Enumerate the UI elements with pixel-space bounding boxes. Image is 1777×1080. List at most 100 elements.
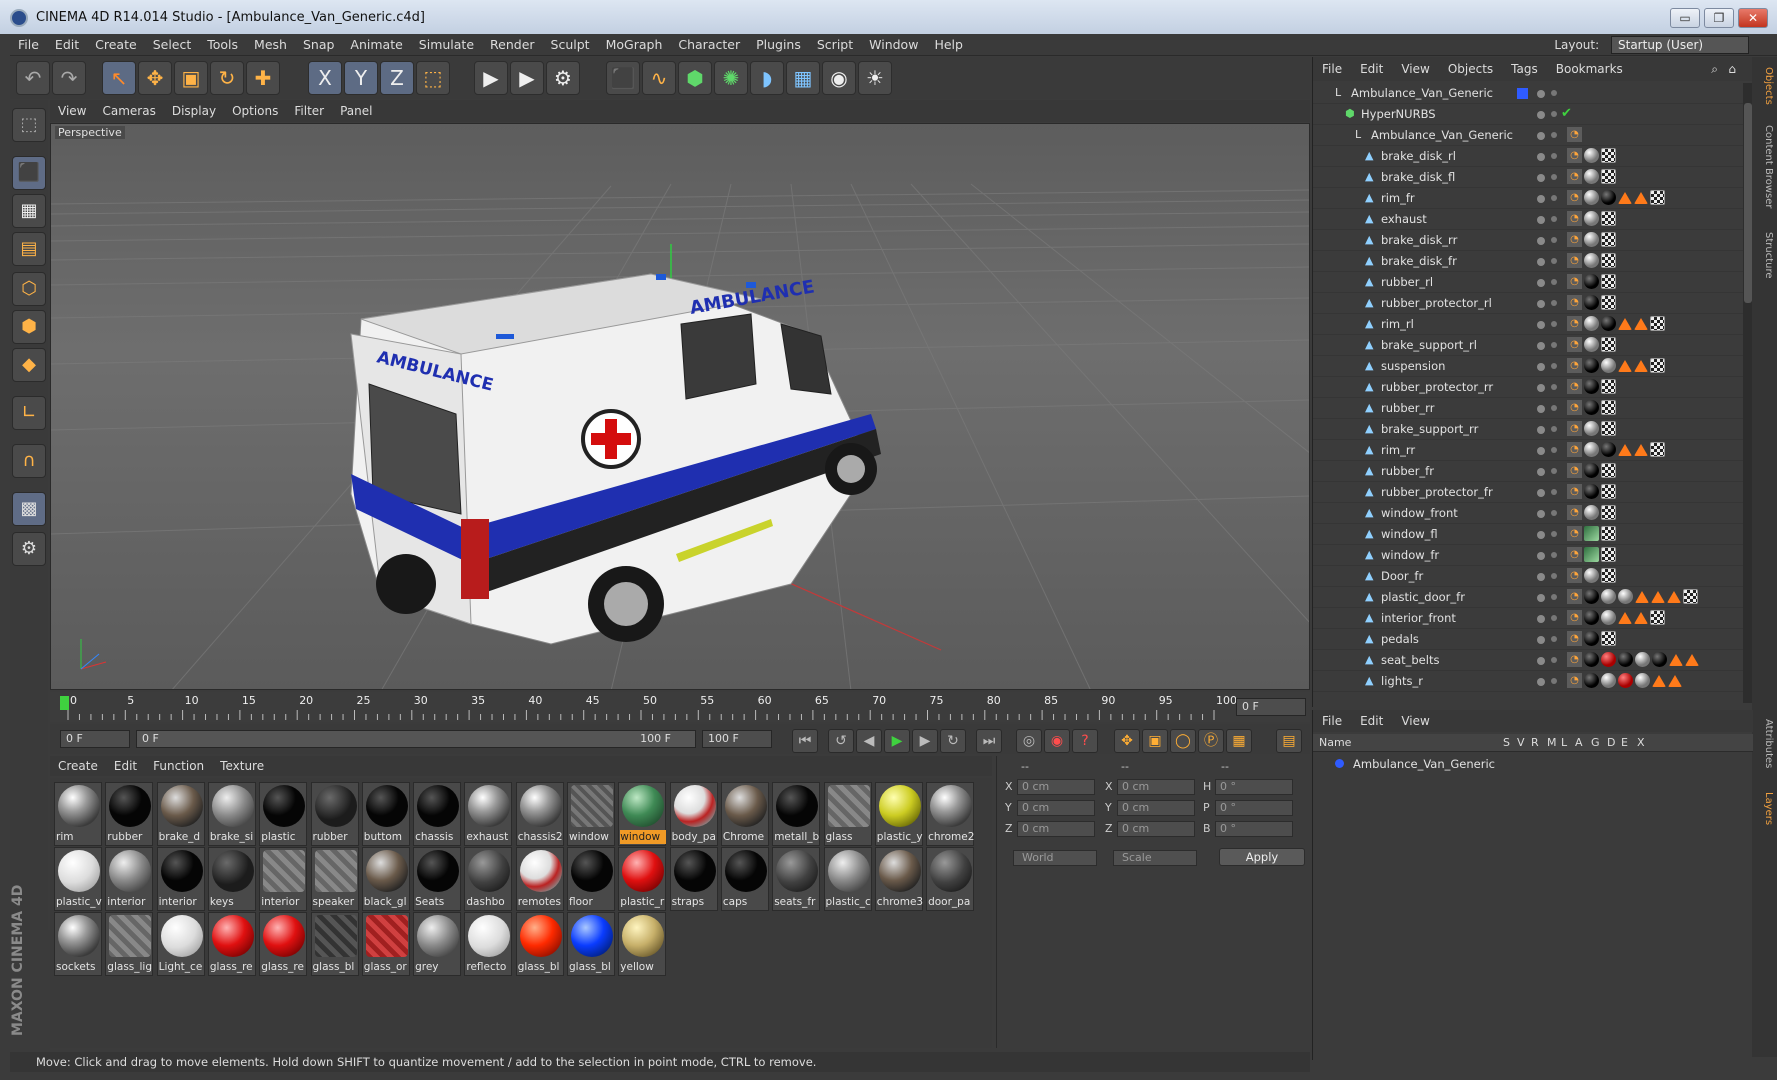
tab-attributes[interactable]: Attributes (1754, 709, 1774, 779)
object-row[interactable]: L Ambulance_Van_Generic ◔ (1313, 125, 1743, 146)
lock-workplane-icon[interactable]: ⚙ (12, 532, 46, 566)
render-visibility-dot[interactable] (1551, 447, 1557, 453)
uvw-tag-icon[interactable] (1601, 337, 1616, 352)
timeline-ruler[interactable]: 0 5 10 15 20 25 30 35 40 45 50 55 60 65 70 75 80 85 90 95 10… (50, 692, 1310, 722)
key-scale-button[interactable]: ▣ (1142, 729, 1168, 753)
material-swatch[interactable]: chrome2 (926, 782, 975, 846)
uvw-tag-icon[interactable] (1601, 631, 1616, 646)
object-row[interactable]: ▲ suspension ◔ (1313, 356, 1743, 377)
phong-tag-icon[interactable]: ◔ (1567, 148, 1582, 163)
phong-tag-icon[interactable]: ◔ (1567, 526, 1582, 541)
object-row[interactable]: ▲ interior_front ◔ (1313, 608, 1743, 629)
menu-file[interactable]: File (10, 34, 47, 56)
uvw-tag-icon[interactable] (1601, 295, 1616, 310)
om-menu-edit[interactable]: Edit (1351, 57, 1392, 81)
object-row[interactable]: ▲ window_front ◔ (1313, 503, 1743, 524)
go-to-start-button[interactable]: ⏮ (792, 729, 818, 753)
material-swatch[interactable]: reflecto (464, 912, 513, 976)
coord-value-field[interactable]: 0 ° (1215, 800, 1293, 816)
editor-visibility-dot[interactable] (1537, 90, 1545, 98)
phong-tag-icon[interactable]: ◔ (1567, 484, 1582, 499)
end-frame-field[interactable]: 100 F (702, 730, 772, 748)
material-swatch[interactable]: chassis (413, 782, 462, 846)
render-visibility-dot[interactable] (1551, 636, 1557, 642)
coord-value-field[interactable]: 0 ° (1215, 821, 1293, 837)
render-visibility-dot[interactable] (1551, 384, 1557, 390)
coord-value-field[interactable]: 0 ° (1215, 779, 1293, 795)
camera-button[interactable]: ◉ (822, 61, 856, 95)
uvw-tag-icon[interactable] (1650, 610, 1665, 625)
material-tag-icon[interactable] (1584, 190, 1599, 205)
coord-value-field[interactable]: 0 cm (1017, 800, 1095, 816)
apply-button[interactable]: Apply (1219, 848, 1305, 866)
selection-tag-icon[interactable] (1618, 360, 1632, 372)
uvw-tag-icon[interactable] (1683, 589, 1698, 604)
tab-structure[interactable]: Structure (1754, 225, 1774, 285)
material-tag-icon[interactable] (1635, 652, 1650, 667)
material-tag-icon[interactable] (1601, 316, 1616, 331)
object-row[interactable]: ▲ brake_disk_rr ◔ (1313, 230, 1743, 251)
move-tool-button[interactable]: ✥ (138, 61, 172, 95)
rotate-tool-button[interactable]: ↻ (210, 61, 244, 95)
material-tag-icon[interactable] (1584, 526, 1599, 541)
material-menu-create[interactable]: Create (50, 756, 106, 776)
menu-help[interactable]: Help (926, 34, 971, 56)
layer-row[interactable]: Ambulance_Van_Generic (1313, 754, 1753, 774)
render-visibility-dot[interactable] (1551, 405, 1557, 411)
phong-tag-icon[interactable]: ◔ (1567, 610, 1582, 625)
selection-tag-icon[interactable] (1635, 591, 1649, 603)
editor-visibility-dot[interactable] (1537, 174, 1545, 182)
material-tag-icon[interactable] (1584, 421, 1599, 436)
workplane-mode-icon[interactable]: ▤ (12, 232, 46, 266)
material-swatch[interactable]: window (618, 782, 667, 846)
editor-visibility-dot[interactable] (1537, 153, 1545, 161)
material-tag-icon[interactable] (1635, 673, 1650, 688)
material-swatch[interactable]: metall_b (772, 782, 821, 846)
object-row[interactable]: L Ambulance_Van_Generic (1313, 83, 1743, 104)
go-to-end-button[interactable]: ⏭ (976, 729, 1002, 753)
material-tag-icon[interactable] (1601, 610, 1616, 625)
uvw-tag-icon[interactable] (1601, 232, 1616, 247)
key-parameter-button[interactable]: Ⓟ (1198, 729, 1224, 753)
material-tag-icon[interactable] (1601, 442, 1616, 457)
render-visibility-dot[interactable] (1551, 300, 1557, 306)
viewport-menu-display[interactable]: Display (164, 100, 224, 122)
editor-visibility-dot[interactable] (1537, 531, 1545, 539)
uvw-tag-icon[interactable] (1650, 190, 1665, 205)
material-tag-icon[interactable] (1601, 652, 1616, 667)
object-row[interactable]: ✔ ⬢ HyperNURBS (1313, 104, 1743, 125)
editor-visibility-dot[interactable] (1537, 342, 1545, 350)
render-view-button[interactable]: ▶ (474, 61, 508, 95)
editor-visibility-dot[interactable] (1537, 111, 1545, 119)
material-menu-function[interactable]: Function (145, 756, 212, 776)
x-axis-button[interactable]: X (308, 61, 342, 95)
viewport-menu-cameras[interactable]: Cameras (94, 100, 163, 122)
key-pla-button[interactable]: ▦ (1226, 729, 1252, 753)
material-swatch[interactable]: interior (105, 847, 154, 911)
snap-grid-icon[interactable]: ▩ (12, 492, 46, 526)
material-tag-icon[interactable] (1584, 232, 1599, 247)
selection-tag-icon[interactable] (1618, 192, 1632, 204)
selection-tag-icon[interactable] (1634, 612, 1648, 624)
render-visibility-dot[interactable] (1551, 237, 1557, 243)
render-visibility-dot[interactable] (1551, 279, 1557, 285)
uvw-tag-icon[interactable] (1601, 253, 1616, 268)
array-button[interactable]: ✺ (714, 61, 748, 95)
selection-tag-icon[interactable] (1618, 444, 1632, 456)
material-tag-icon[interactable] (1584, 148, 1599, 163)
material-tag-icon[interactable] (1584, 274, 1599, 289)
material-tag-icon[interactable] (1618, 673, 1633, 688)
viewport-menu-options[interactable]: Options (224, 100, 286, 122)
lm-menu-file[interactable]: File (1313, 710, 1351, 732)
selection-tag-icon[interactable] (1618, 612, 1632, 624)
phong-tag-icon[interactable]: ◔ (1567, 673, 1582, 688)
editor-visibility-dot[interactable] (1537, 594, 1545, 602)
selection-tag-icon[interactable] (1652, 675, 1666, 687)
render-visibility-dot[interactable] (1551, 195, 1557, 201)
material-swatch[interactable]: straps (669, 847, 718, 911)
uvw-tag-icon[interactable] (1601, 421, 1616, 436)
phong-tag-icon[interactable]: ◔ (1567, 127, 1582, 142)
material-tag-icon[interactable] (1584, 253, 1599, 268)
object-row[interactable]: ▲ window_fr ◔ (1313, 545, 1743, 566)
phong-tag-icon[interactable]: ◔ (1567, 589, 1582, 604)
